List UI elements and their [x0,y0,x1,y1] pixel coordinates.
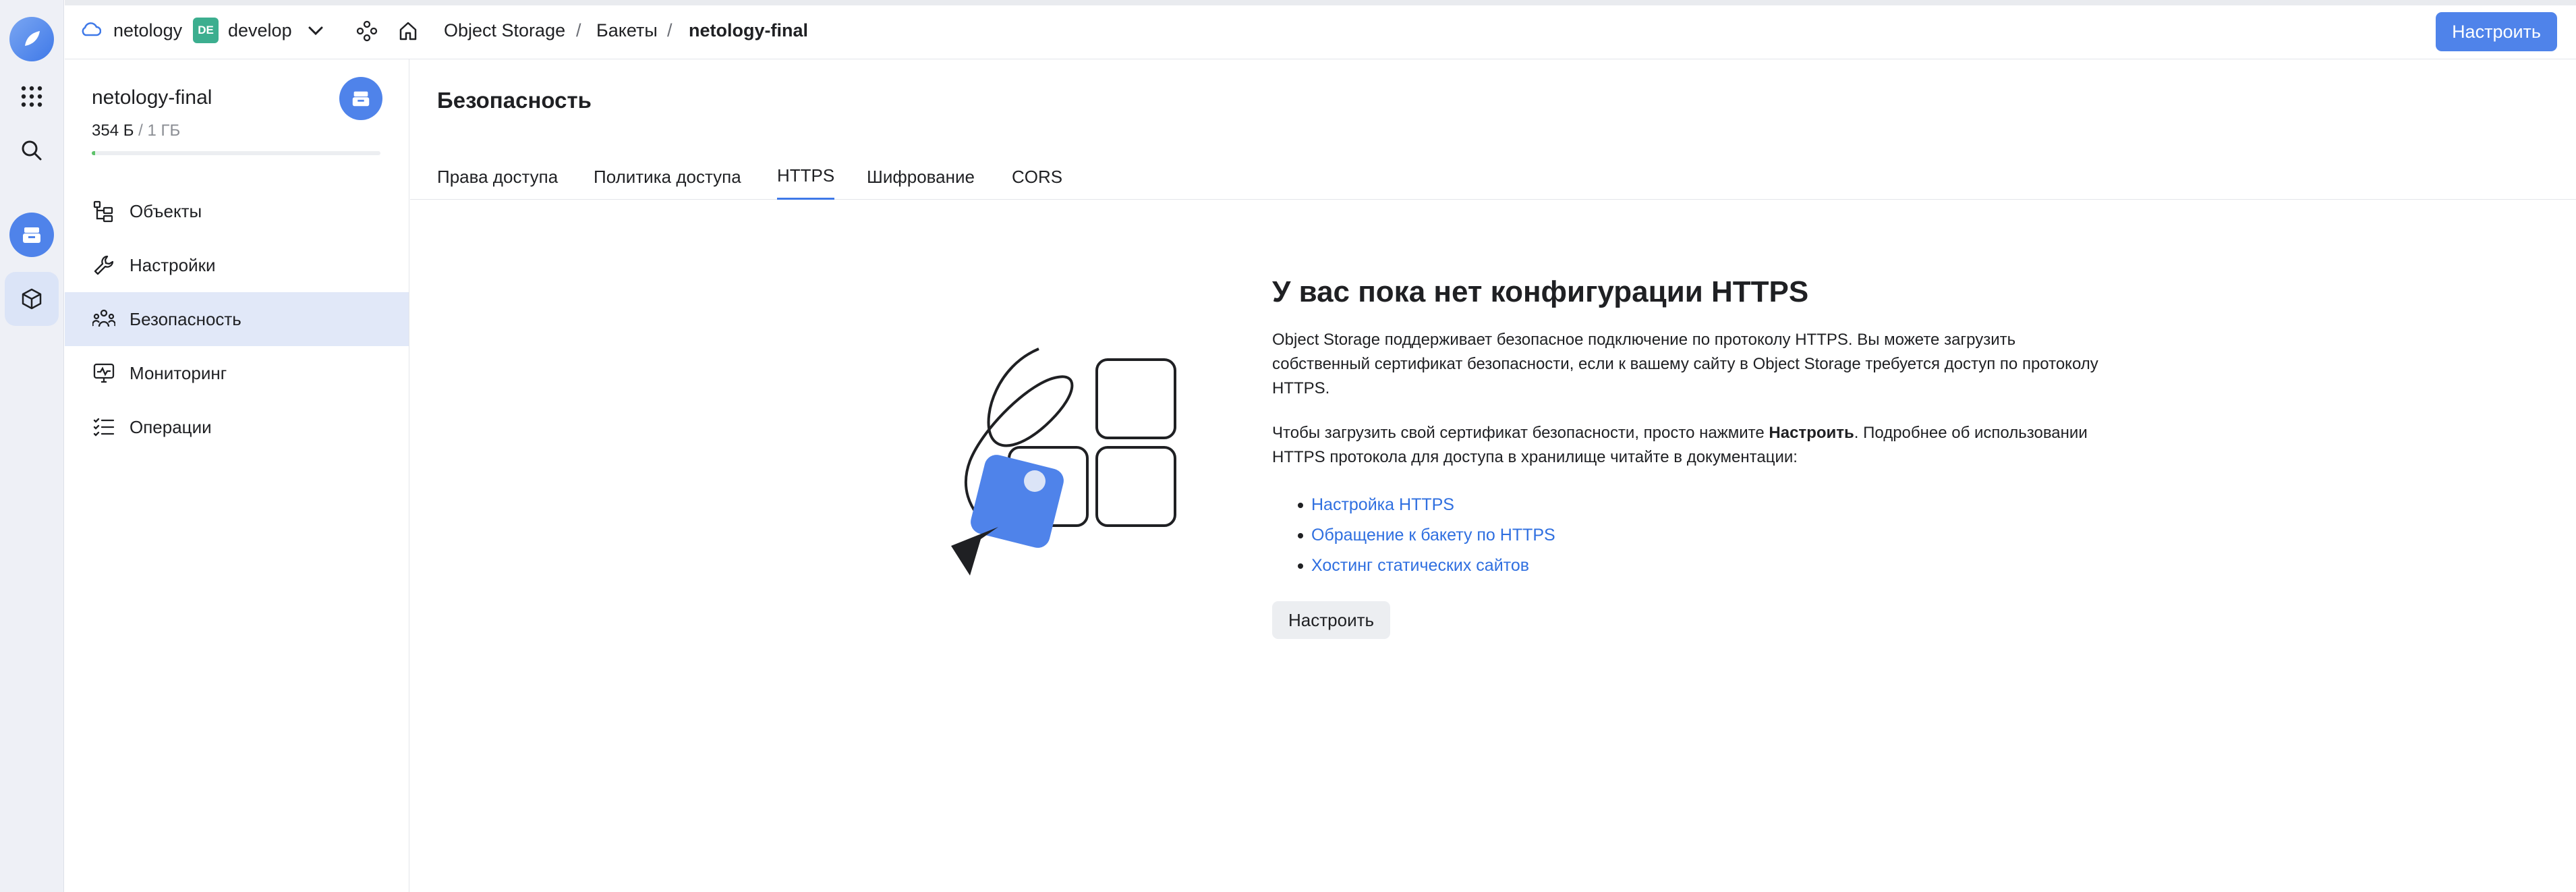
link-static-hosting[interactable]: Хостинг статических сайтов [1311,556,1529,575]
empty-state-instructions: Чтобы загрузить свой сертификат безопасн… [1272,421,2115,470]
sidebar-item-objects[interactable]: Объекты [65,184,409,238]
cloud-logo[interactable] [5,12,59,66]
cloud-icon [82,22,101,36]
sidebar-item-label: Операции [130,416,212,437]
sidebar-item-label: Безопасность [130,308,241,329]
sidebar-item-monitoring[interactable]: Мониторинг [65,346,409,400]
monitor-icon [92,361,116,385]
left-rail [0,0,64,892]
bucket-sidebar: netology-final 354 Б / 1 ГБ Объекты Наст… [65,59,409,892]
page-title: Безопасность [437,88,592,113]
link-https-setup[interactable]: Настройка HTTPS [1311,495,1454,514]
sidebar-item-security[interactable]: Безопасность [65,292,409,346]
apps-grid-icon [21,86,42,107]
sidebar-item-label: Мониторинг [130,362,227,383]
tab-access-policy[interactable]: Политика доступа [594,154,741,200]
services-cube-button[interactable] [5,272,59,326]
usage-progress-bar [92,151,380,155]
object-storage-service-button[interactable] [5,208,59,262]
bucket-icon [9,213,54,257]
usage-total: / 1 ГБ [134,121,181,140]
folder-badge: DE [193,18,219,43]
objects-icon [92,199,116,223]
search-icon [22,140,42,161]
list-item: Хостинг статических сайтов [1272,551,2115,581]
list-item: Настройка HTTPS [1272,490,2115,520]
sidebar-item-label: Настройки [130,254,216,275]
tab-https[interactable]: HTTPS [777,154,835,200]
list-icon [92,415,116,439]
breadcrumb-buckets[interactable]: Бакеты [596,20,658,41]
usage-used: 354 Б [92,121,134,140]
search-button[interactable] [5,123,59,177]
bucket-name: netology-final [92,86,212,109]
folder-name[interactable]: develop [228,20,292,41]
sidebar-item-label: Объекты [130,200,202,221]
apps-grid-button[interactable] [5,69,59,123]
main-content: Безопасность Права доступа Политика дост… [410,59,2576,892]
sidebar-nav: Объекты Настройки Безопасность Мониторин… [65,184,409,454]
bucket-usage: 354 Б / 1 ГБ [92,121,180,140]
configure-button[interactable]: Настроить [1272,601,1391,639]
home-icon[interactable] [397,20,419,42]
breadcrumb-separator: / [667,20,672,40]
empty-state-description: Object Storage поддерживает безопасное п… [1272,331,2098,397]
usage-progress-fill [92,151,96,155]
services-map-icon[interactable] [356,20,378,42]
empty-state-heading: У вас пока нет конфигурации HTTPS [1272,275,1809,308]
configure-button-top[interactable]: Настроить [2436,12,2557,51]
wrench-icon [92,253,116,277]
security-tabs: Права доступа Политика доступа HTTPS Шиф… [410,154,2576,200]
chevron-down-icon[interactable] [308,24,324,38]
tab-access-rights[interactable]: Права доступа [437,154,558,200]
sidebar-item-operations[interactable]: Операции [65,400,409,454]
tab-encryption[interactable]: Шифрование [867,154,975,200]
sidebar-item-settings[interactable]: Настройки [65,238,409,292]
cube-icon [22,288,42,310]
list-item: Обращение к бакету по HTTPS [1272,520,2115,551]
bucket-avatar-icon [339,77,382,120]
instructions-text: Чтобы загрузить свой сертификат безопасн… [1272,424,1769,442]
users-icon [92,307,116,331]
empty-state-illustration [951,347,1176,576]
breadcrumb-separator: / [576,20,581,40]
logo-icon [9,17,54,61]
breadcrumb-object-storage[interactable]: Object Storage [444,20,565,41]
breadcrumb-current-bucket: netology-final [689,20,808,40]
top-bar: netology DE develop Object Storage / Бак… [65,0,2576,59]
documentation-links: Настройка HTTPS Обращение к бакету по HT… [1272,490,2115,581]
empty-state-content: У вас пока нет конфигурации HTTPS Object… [1272,275,2115,639]
cloud-name[interactable]: netology [113,20,182,41]
tab-cors[interactable]: CORS [1012,154,1062,200]
instructions-bold: Настроить [1769,424,1854,442]
link-bucket-https-access[interactable]: Обращение к бакету по HTTPS [1311,526,1555,545]
empty-state: У вас пока нет конфигурации HTTPS Object… [410,201,2576,892]
